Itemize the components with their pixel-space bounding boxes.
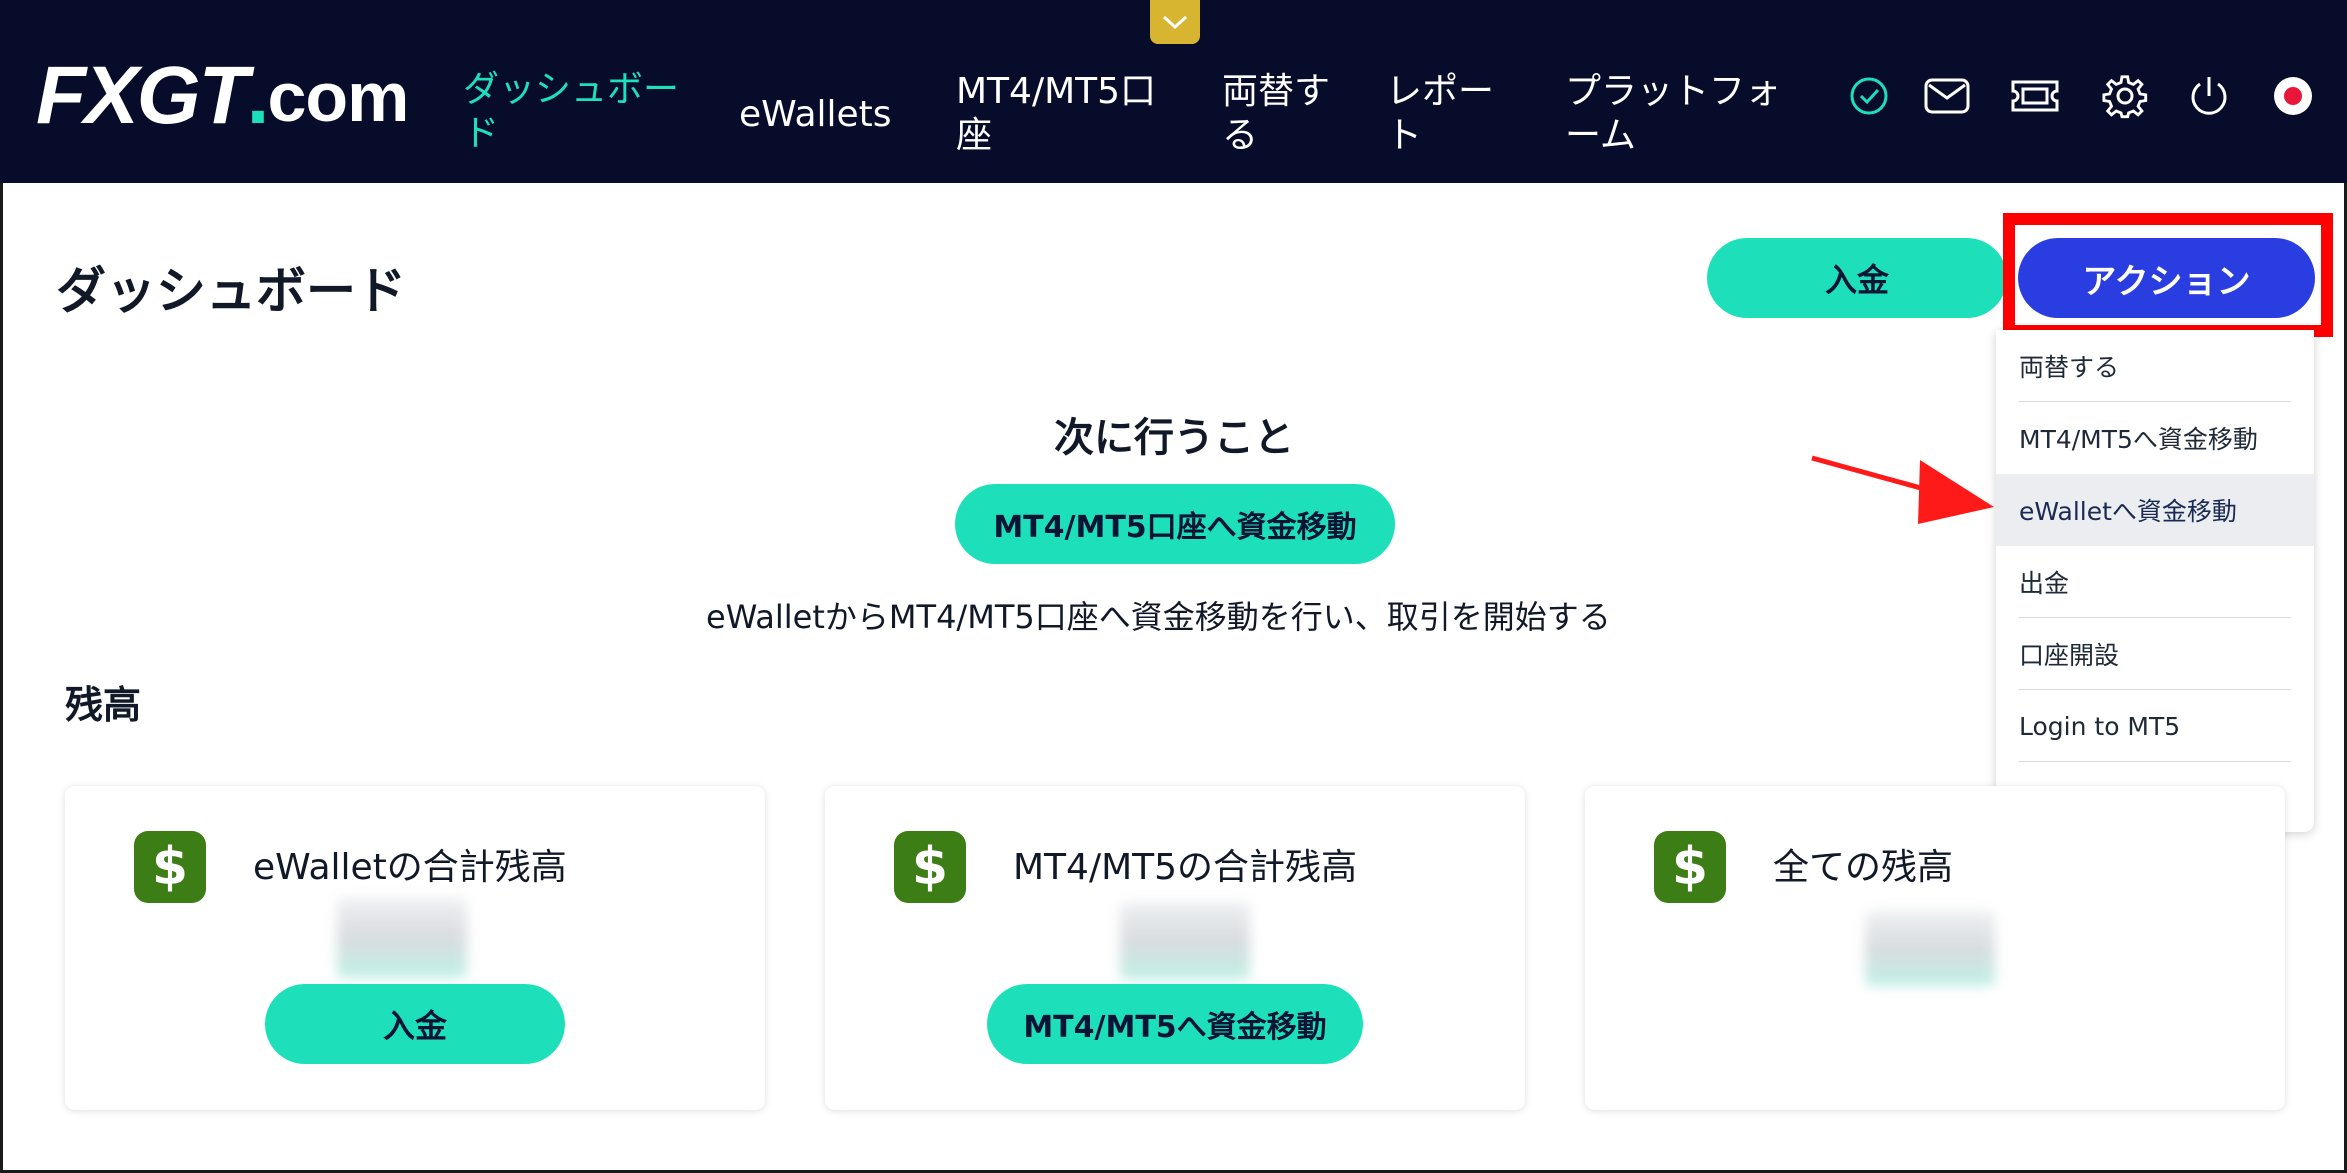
card-title: 全ての残高	[1773, 847, 1954, 888]
dollar-icon: $	[894, 831, 966, 903]
blurred-balance-amount	[337, 898, 467, 978]
nav-label-line1: 両替す	[1222, 71, 1331, 112]
annotation-arrow-icon	[1811, 455, 1994, 524]
power-icon[interactable]	[2183, 72, 2235, 120]
logo-com: com	[267, 58, 409, 136]
menu-item-transfer-to-ewallet[interactable]: eWalletへ資金移動	[1996, 474, 2314, 546]
menu-item-open-account[interactable]: 口座開設	[1996, 618, 2314, 690]
action-button[interactable]: アクション	[2018, 238, 2315, 318]
nav-item-platform[interactable]: プラットフォ ーム	[1565, 70, 1781, 158]
nav-label-line2: ド	[463, 113, 500, 154]
mt-balance-card: $ MT4/MT5の合計残高 MT4/MT5へ資金移動	[825, 786, 1525, 1110]
nav-label-line1: レポー	[1386, 71, 1495, 112]
nav-label-line2: る	[1222, 115, 1259, 156]
card-transfer-button[interactable]: MT4/MT5へ資金移動	[987, 984, 1363, 1064]
menu-item-withdraw[interactable]: 出金	[1996, 546, 2314, 618]
blurred-balance-amount	[1865, 911, 1995, 986]
card-title: MT4/MT5の合計残高	[1013, 847, 1358, 888]
deposit-button[interactable]: 入金	[1707, 238, 2007, 318]
menu-item-login-mt5[interactable]: Login to MT5	[1996, 690, 2314, 762]
menu-item-transfer-to-mt4-mt5[interactable]: MT4/MT5へ資金移動	[1996, 402, 2314, 474]
ewallet-balance-card: $ eWalletの合計残高 入金	[65, 786, 765, 1110]
next-steps-description: eWalletからMT4/MT5口座へ資金移動を行い、取引を開始する	[706, 598, 1611, 636]
transfer-to-mt-account-button[interactable]: MT4/MT5口座へ資金移動	[955, 484, 1395, 564]
nav-item-mt4-mt5-account[interactable]: MT4/MT5口 座	[956, 70, 1156, 158]
nav-item-ewallets[interactable]: eWallets	[739, 93, 892, 137]
action-dropdown-menu: 両替する MT4/MT5へ資金移動 eWalletへ資金移動 出金 口座開設 L…	[1996, 330, 2314, 832]
fxgt-logo[interactable]: FX GT . com	[36, 50, 409, 141]
chevron-down-icon	[1162, 15, 1188, 30]
nav-label-line1: プラットフォ	[1565, 71, 1782, 112]
nav-item-dashboard[interactable]: ダッシュボー ド	[463, 68, 679, 156]
balance-section-title: 残高	[65, 683, 142, 727]
nav-label-line2: 座	[956, 115, 993, 156]
mail-icon[interactable]	[1921, 72, 1973, 120]
nav-label-line1: MT4/MT5口	[956, 71, 1157, 112]
card-deposit-button[interactable]: 入金	[265, 984, 565, 1064]
verified-check-icon[interactable]	[1843, 72, 1895, 120]
top-navigation-bar: FX GT . com ダッシュボー ド eWallets MT4/MT5口 座…	[0, 0, 2347, 183]
next-steps-title: 次に行うこと	[1054, 415, 1294, 461]
logo-gt: GT	[136, 50, 249, 141]
logo-dot: .	[246, 50, 270, 141]
total-balance-card: $ 全ての残高	[1585, 786, 2285, 1110]
flag-icon[interactable]	[2267, 72, 2319, 120]
collapse-header-tab[interactable]	[1150, 0, 1200, 44]
menu-item-exchange[interactable]: 両替する	[1996, 330, 2314, 402]
gear-icon[interactable]	[2099, 72, 2151, 120]
nav-label-line2: ーム	[1565, 115, 1636, 156]
logo-fx: FX	[36, 50, 139, 141]
ticket-icon[interactable]	[2009, 72, 2061, 120]
dollar-icon: $	[1654, 831, 1726, 903]
page-title: ダッシュボード	[56, 262, 406, 320]
blurred-balance-amount	[1120, 902, 1250, 980]
nav-label-line2: ト	[1386, 115, 1423, 156]
card-title: eWalletの合計残高	[253, 847, 567, 888]
nav-label-line1: eWallets	[739, 94, 892, 135]
dollar-icon: $	[134, 831, 206, 903]
nav-item-exchange[interactable]: 両替す る	[1222, 70, 1330, 158]
nav-label-line1: ダッシュボー	[463, 69, 680, 110]
nav-item-reports[interactable]: レポー ト	[1386, 70, 1494, 158]
